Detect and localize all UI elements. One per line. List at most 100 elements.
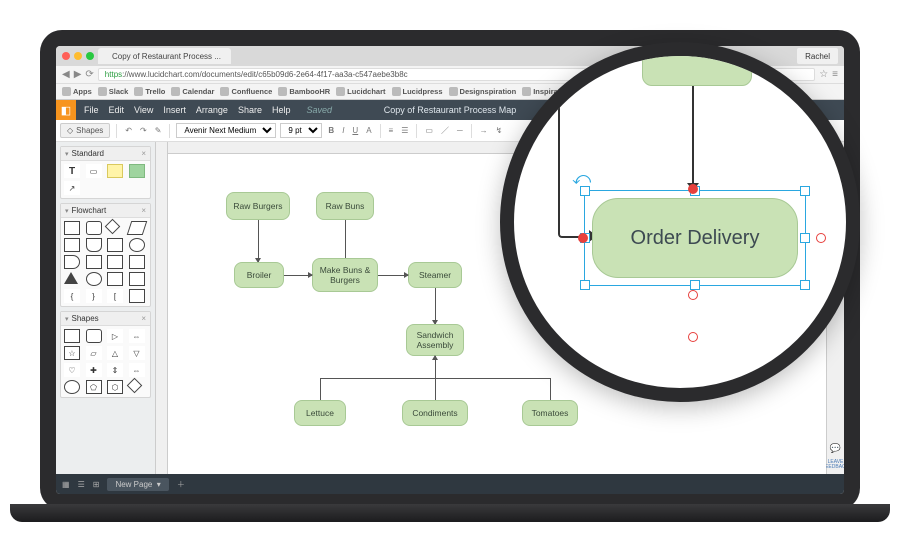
tool-hotspot[interactable]: ▭ (86, 164, 102, 178)
menu-help[interactable]: Help (272, 105, 291, 115)
menu-file[interactable]: File (84, 105, 99, 115)
panel-header-standard[interactable]: ▾ Standard × (61, 147, 150, 161)
bookmark-item[interactable]: Lucidpress (392, 87, 443, 96)
menu-view[interactable]: View (134, 105, 153, 115)
document-title[interactable]: Copy of Restaurant Process Map (384, 105, 517, 115)
edge[interactable] (345, 220, 346, 262)
underline-icon[interactable]: U (350, 126, 360, 135)
shape-star[interactable]: ☆ (64, 346, 80, 360)
node-make-buns[interactable]: Make Buns & Burgers (312, 258, 378, 292)
close-panel-icon[interactable]: × (141, 206, 146, 215)
bookmark-item[interactable]: Lucidchart (336, 87, 385, 96)
tool-note[interactable] (107, 164, 123, 178)
shape-storage[interactable] (86, 255, 102, 269)
window-close-dot[interactable] (62, 52, 70, 60)
panel-header-shapes[interactable]: ▾ Shapes × (61, 312, 150, 326)
font-size-select[interactable]: 9 pt (280, 123, 322, 138)
shape-multidoc[interactable] (107, 238, 123, 252)
shape-callout[interactable]: ▱ (86, 346, 102, 360)
line-color-icon[interactable]: ／ (439, 125, 451, 136)
shape-process[interactable] (64, 221, 80, 235)
resize-handle-bl[interactable] (580, 280, 590, 290)
resize-handle-bm[interactable] (690, 280, 700, 290)
shape-preparation[interactable] (129, 255, 145, 269)
shape-brace-left[interactable]: { (64, 289, 80, 303)
shape-pentagon[interactable]: ⬠ (86, 380, 102, 394)
node-sandwich[interactable]: Sandwich Assembly (406, 324, 464, 356)
shape-arrow-updown[interactable]: ⇕ (107, 363, 123, 377)
edge[interactable] (435, 356, 436, 378)
edge[interactable] (320, 378, 321, 400)
connection-point-left[interactable] (578, 233, 588, 243)
node-raw-burgers[interactable]: Raw Burgers (226, 192, 290, 220)
bold-icon[interactable]: B (326, 126, 336, 135)
close-panel-icon[interactable]: × (141, 149, 146, 158)
shape-collate[interactable] (107, 272, 123, 286)
shape-heart[interactable]: ♡ (64, 363, 80, 377)
align-left-icon[interactable]: ≡ (387, 126, 396, 135)
bookmark-item[interactable]: Confluence (220, 87, 272, 96)
line-routing-icon[interactable]: ↯ (494, 126, 505, 135)
bookmark-item[interactable]: Apps (62, 87, 92, 96)
menu-insert[interactable]: Insert (163, 105, 186, 115)
shape-arrow-double[interactable]: ⇔ (129, 329, 145, 343)
edge[interactable] (284, 275, 312, 276)
connection-point-right[interactable] (816, 233, 826, 243)
tool-text[interactable]: T (64, 164, 80, 178)
resize-handle-tr[interactable] (800, 186, 810, 196)
shape-circle[interactable] (64, 380, 80, 394)
bookmark-item[interactable]: Trello (134, 87, 165, 96)
shape-predefined[interactable] (64, 238, 80, 252)
shape-rect[interactable] (64, 329, 80, 343)
nav-back-icon[interactable]: ◀ (62, 69, 70, 80)
menu-arrange[interactable]: Arrange (196, 105, 228, 115)
edge[interactable] (378, 275, 408, 276)
comment-icon[interactable]: 💬 (830, 443, 841, 454)
shape-document[interactable] (86, 238, 102, 252)
node-lettuce[interactable]: Lettuce (294, 400, 346, 426)
shape-decision[interactable] (105, 219, 121, 235)
shape-delay[interactable] (64, 255, 80, 269)
edge[interactable] (435, 378, 436, 400)
grid-view-icon[interactable]: ⊞ (93, 480, 100, 489)
close-panel-icon[interactable]: × (141, 314, 146, 323)
align-center-icon[interactable]: ☰ (399, 126, 410, 135)
shape-roundrect[interactable] (86, 329, 102, 343)
text-color-icon[interactable]: A (364, 126, 373, 135)
shape-diamond[interactable] (126, 378, 142, 394)
shape-arrow-up[interactable]: △ (107, 346, 123, 360)
resize-handle-br[interactable] (800, 280, 810, 290)
selection-bounding-box[interactable] (584, 190, 806, 286)
bookmark-item[interactable]: Calendar (171, 87, 214, 96)
shape-sort[interactable] (129, 272, 145, 286)
page-tab[interactable]: New Page ▾ (107, 478, 168, 491)
presentation-mode-icon[interactable]: ▦ (62, 480, 70, 489)
node-raw-buns[interactable]: Raw Buns (316, 192, 374, 220)
edge[interactable] (435, 288, 436, 324)
paint-format-icon[interactable]: ✎ (153, 126, 164, 135)
shape-or[interactable] (86, 272, 102, 286)
shape-arrow-down[interactable]: ▽ (129, 346, 145, 360)
fill-color-icon[interactable]: ▭ (423, 126, 435, 135)
browser-tab[interactable]: Copy of Restaurant Process ... (98, 48, 231, 64)
node-tomatoes[interactable]: Tomatoes (522, 400, 578, 426)
resize-handle-tl[interactable] (580, 186, 590, 196)
menu-share[interactable]: Share (238, 105, 262, 115)
connection-point-extended[interactable] (688, 332, 698, 342)
shape-arrow-leftright[interactable]: ⇔ (129, 363, 145, 377)
node-broiler[interactable]: Broiler (234, 262, 284, 288)
nav-reload-icon[interactable]: ⟳ (85, 69, 93, 80)
node-steamer[interactable]: Steamer (408, 262, 462, 288)
undo-icon[interactable]: ↶ (123, 126, 134, 135)
app-logo[interactable]: ◧ (56, 100, 76, 120)
shape-terminator[interactable] (86, 221, 102, 235)
shape-arrow-right[interactable]: ▷ (107, 329, 123, 343)
connection-point-top[interactable] (688, 184, 698, 194)
window-minimize-dot[interactable] (74, 52, 82, 60)
shape-card[interactable] (129, 289, 145, 303)
shape-hexagon[interactable]: ⬡ (107, 380, 123, 394)
shape-merge[interactable] (64, 272, 78, 284)
resize-handle-rm[interactable] (800, 233, 810, 243)
shape-manual-input[interactable] (107, 255, 123, 269)
bookmark-item[interactable]: Slack (98, 87, 129, 96)
